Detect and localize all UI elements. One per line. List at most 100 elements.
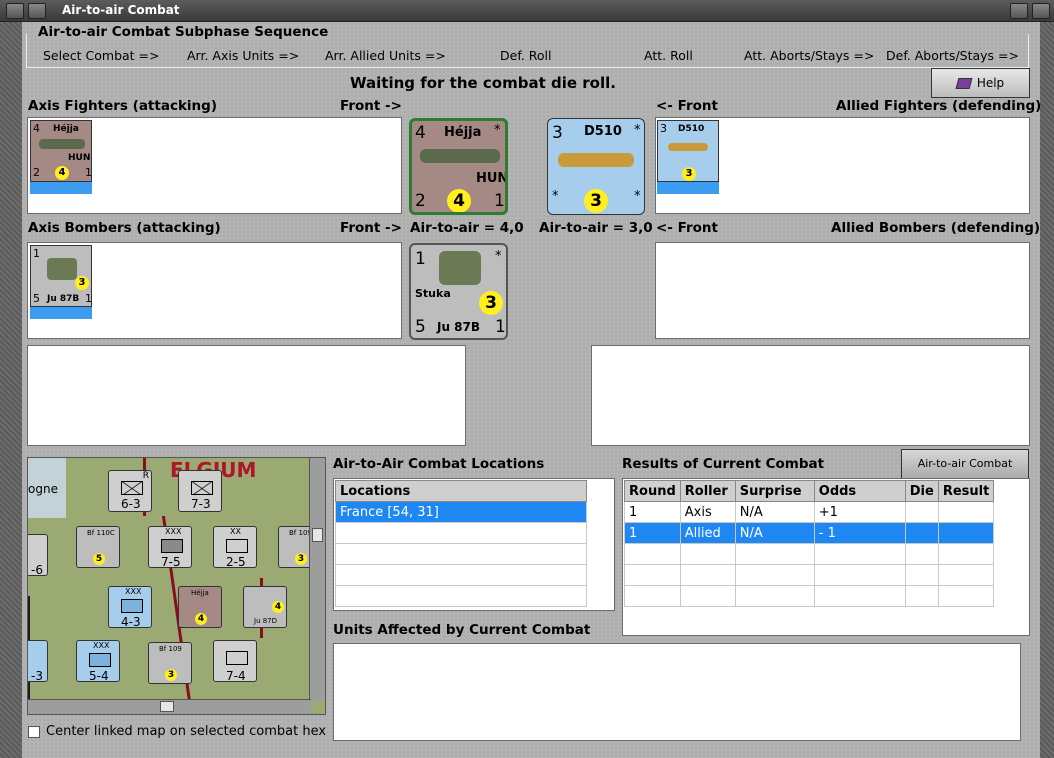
maximize-icon[interactable] (1010, 3, 1028, 19)
cell-die (904, 501, 939, 523)
col-surprise: Surprise (734, 480, 815, 502)
help-label: Help (976, 76, 1005, 90)
infantry-icon (121, 599, 143, 613)
system-menu-icon[interactable] (6, 3, 24, 19)
map-unit-value: 4-3 (121, 615, 141, 629)
locations-header: Locations (335, 480, 587, 502)
plane-icon (558, 153, 634, 167)
center-map-checkbox[interactable] (28, 726, 40, 738)
map-air-name: Bf 110C (87, 529, 115, 537)
cell-round: 1 (624, 522, 681, 544)
locations-list[interactable]: Locations France [54, 31] (333, 478, 615, 611)
hejja-star: * (494, 123, 501, 138)
stuka-range: 1 (495, 317, 506, 337)
sequence-legend: Air-to-air Combat Subphase Sequence (36, 24, 331, 40)
d510-unit-large[interactable]: 3 D510 * * 3 * (547, 118, 645, 215)
hejja-air: 4 (415, 123, 426, 143)
air-combat-chart-button[interactable]: Air-to-air Combat Chart (901, 449, 1029, 498)
help-button[interactable]: Help (931, 68, 1030, 98)
hejja-token: 4 (447, 189, 471, 212)
seq-att-aborts: Att. Aborts/Stays => (744, 48, 875, 63)
stuka-type: Ju 87B (437, 320, 481, 334)
map-horizontal-scrollbar[interactable] (28, 699, 311, 714)
scroll-thumb[interactable] (160, 701, 174, 712)
axis-fighters-list[interactable]: 4 Héjja HUN 2 4 1 (27, 117, 402, 214)
map-air-ju87d[interactable]: Ju 87D 4 (243, 586, 287, 628)
hejja-range: 1 (494, 191, 505, 211)
map-unit-size: XXX (165, 527, 182, 536)
d510-token: 3 (584, 189, 608, 213)
results-table: Round Roller Surprise Odds Die Result 1 … (624, 480, 995, 607)
result-row[interactable]: 1 Allied N/A - 1 (624, 522, 995, 544)
cell-die (904, 522, 939, 544)
map-unit-5-4[interactable]: XXX 5-4 (76, 640, 120, 683)
seq-def-aborts: Def. Aborts/Stays => (886, 48, 1019, 63)
map-air-token: 3 (295, 553, 307, 565)
map-unit-partial-left[interactable]: -6 (28, 534, 48, 577)
selection-bar (657, 182, 719, 194)
stuka-unit-small[interactable]: 1 3 5 Ju 87B 1 (30, 245, 92, 307)
allied-bombers-label: Allied Bombers (defending) (831, 220, 1041, 236)
map-air-hejja[interactable]: Héjja 4 (178, 586, 222, 628)
center-map-label: Center linked map on selected combat hex (46, 724, 327, 739)
map-air-bf109[interactable]: Bf 109 3 (148, 642, 192, 684)
axis-fighters-label: Axis Fighters (attacking) (28, 98, 217, 114)
result-empty-row (624, 543, 995, 565)
hejja-def: 2 (415, 191, 426, 211)
d510-star-br: * (634, 189, 641, 204)
hejja-unit-large[interactable]: 4 Héjja * HUN 2 4 1 (409, 118, 508, 215)
hejja-small-nat: HUN (68, 153, 91, 163)
map-unit-7-5[interactable]: XXX 7-5 (148, 526, 192, 569)
hejja-small-token: 4 (55, 166, 69, 180)
cell-odds: - 1 (813, 522, 906, 544)
stuka-small-def: 5 (33, 292, 40, 305)
map-unit-value: 2-5 (226, 555, 246, 569)
map-air-token: 4 (272, 601, 284, 613)
map-label-ogne: ogne (28, 482, 58, 496)
cell-round: 1 (624, 501, 681, 523)
linked-map[interactable]: ELGIUM ogne R 6-3 7-3 XXX 7-5 XX 2-5 XXX… (27, 457, 326, 715)
cell-surprise: N/A (734, 522, 815, 544)
location-empty (335, 543, 587, 565)
stuka-unit-large[interactable]: 1 * Stuka 3 5 Ju 87B 1 (409, 243, 508, 340)
close-icon[interactable] (1032, 3, 1050, 19)
col-result: Result (937, 480, 995, 502)
map-air-name: Bf 109 (159, 645, 182, 653)
locations-table: Locations France [54, 31] (335, 480, 587, 607)
location-empty (335, 522, 587, 544)
scroll-thumb[interactable] (312, 528, 323, 542)
hejja-unit-small[interactable]: 4 Héjja HUN 2 4 1 (30, 120, 92, 182)
axis-bombers-list[interactable]: 1 3 5 Ju 87B 1 (27, 242, 402, 339)
map-unit-2-5[interactable]: XX 2-5 (213, 526, 257, 569)
map-unit-7-4[interactable]: 7-4 (213, 640, 257, 683)
map-air-token: 3 (165, 669, 177, 681)
units-affected-list[interactable] (333, 643, 1021, 741)
plane-icon (439, 251, 481, 285)
map-vertical-scrollbar[interactable] (309, 458, 325, 701)
result-row[interactable]: 1 Axis N/A +1 (624, 501, 995, 523)
minimize-icon[interactable] (28, 3, 46, 19)
d510-name: D510 (584, 124, 622, 139)
location-item[interactable]: France [54, 31] (335, 501, 587, 523)
map-air-name: Ju 87D (254, 617, 278, 625)
d510-unit-small[interactable]: 3 D510 3 (657, 120, 719, 182)
map-unit-7-3[interactable]: 7-3 (178, 470, 222, 512)
map-unit-6-3[interactable]: R 6-3 (108, 470, 152, 512)
selection-bar (30, 182, 92, 194)
map-air-bf110[interactable]: Bf 110C 5 (76, 526, 120, 568)
map-unit-value: 5-4 (89, 669, 109, 683)
location-empty (335, 564, 587, 586)
window-title: Air-to-air Combat (62, 3, 180, 17)
map-unit-value: -6 (31, 563, 43, 577)
allied-fighters-list[interactable]: 3 D510 3 (655, 117, 1030, 214)
allied-bombers-list[interactable] (655, 242, 1030, 339)
cell-surprise: N/A (734, 501, 815, 523)
results-title: Results of Current Combat (622, 456, 825, 472)
cell-roller: Allied (679, 522, 736, 544)
results-panel[interactable]: Round Roller Surprise Odds Die Result 1 … (622, 478, 1030, 636)
map-unit-partial-left-2[interactable]: -3 (28, 640, 48, 683)
map-unit-4-3[interactable]: XXX 4-3 (108, 586, 152, 629)
d510-air: 3 (552, 123, 563, 143)
infantry-icon (121, 481, 143, 495)
map-air-token: 5 (93, 553, 105, 565)
